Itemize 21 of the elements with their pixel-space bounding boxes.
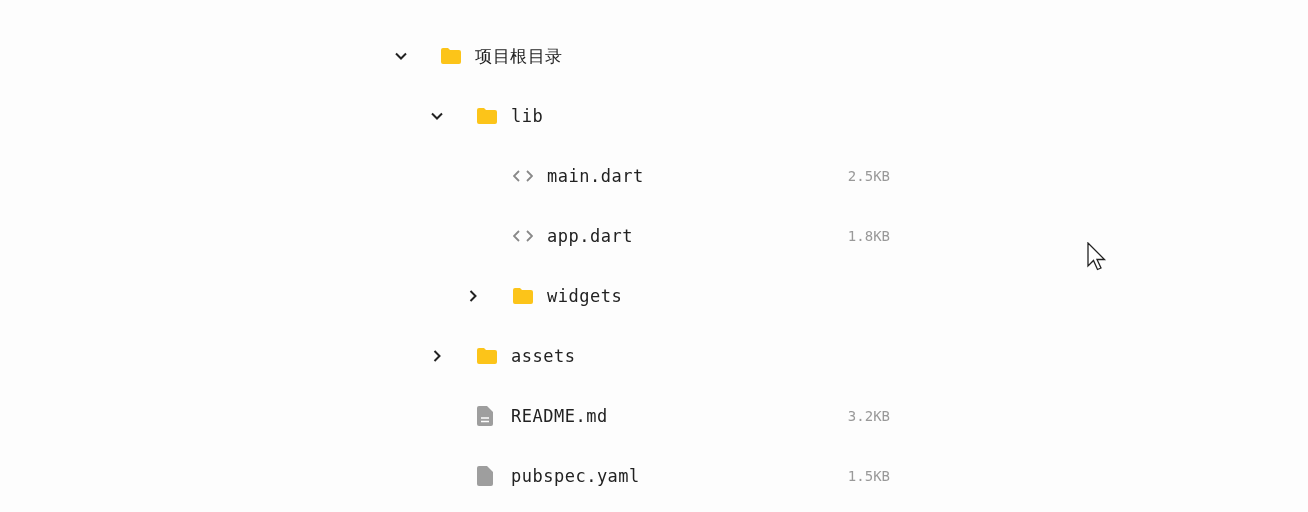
file-name[interactable]: app.dart [547,226,633,246]
mouse-cursor-icon [1087,242,1107,272]
folder-icon [477,108,497,124]
file-size: 3.2KB [847,408,890,424]
folder-name[interactable]: assets [511,346,576,366]
file-size: 1.8KB [847,228,890,244]
folder-name[interactable]: lib [511,106,544,126]
folder-name[interactable]: widgets [547,286,623,306]
document-icon [477,406,493,426]
file-icon [477,466,493,486]
file-name[interactable]: main.dart [547,166,644,186]
file-size: 1.5KB [847,468,890,484]
folder-icon [477,348,497,364]
folder-icon [513,288,533,304]
folder-icon [441,48,461,64]
file-name[interactable]: README.md [511,406,608,426]
code-icon [513,230,533,242]
file-size: 2.5KB [847,168,890,184]
code-icon [513,170,533,182]
folder-name[interactable]: 项目根目录 [475,44,563,68]
file-name[interactable]: pubspec.yaml [511,466,640,486]
